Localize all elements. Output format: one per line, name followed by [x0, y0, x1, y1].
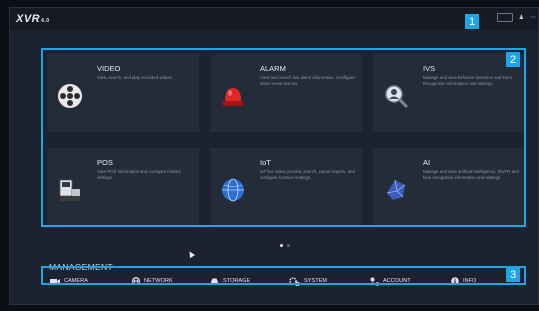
status-badge-icon[interactable]: [496, 13, 513, 22]
app-logo: XVR4.0: [16, 13, 50, 25]
callout-3: 3: [506, 267, 520, 282]
top-bar: XVR4.0 ♟ ⋯: [10, 8, 538, 30]
callout-frame-cards: [41, 48, 526, 227]
page-dot-active[interactable]: [280, 244, 283, 247]
topbar-actions: ♟ ⋯: [496, 13, 536, 22]
user-icon[interactable]: ♟: [519, 14, 524, 21]
page-dot[interactable]: [287, 244, 290, 247]
callout-1: 1: [465, 14, 479, 29]
main-menu-screen: XVR4.0 ♟ ⋯ VIDEO View, search, and play …: [9, 7, 539, 305]
mouse-cursor-icon: [186, 249, 196, 259]
callout-frame-management: [41, 266, 526, 285]
callout-2: 2: [506, 52, 520, 67]
page-indicator: [280, 244, 290, 247]
settings-icon[interactable]: ⋯: [530, 14, 536, 21]
